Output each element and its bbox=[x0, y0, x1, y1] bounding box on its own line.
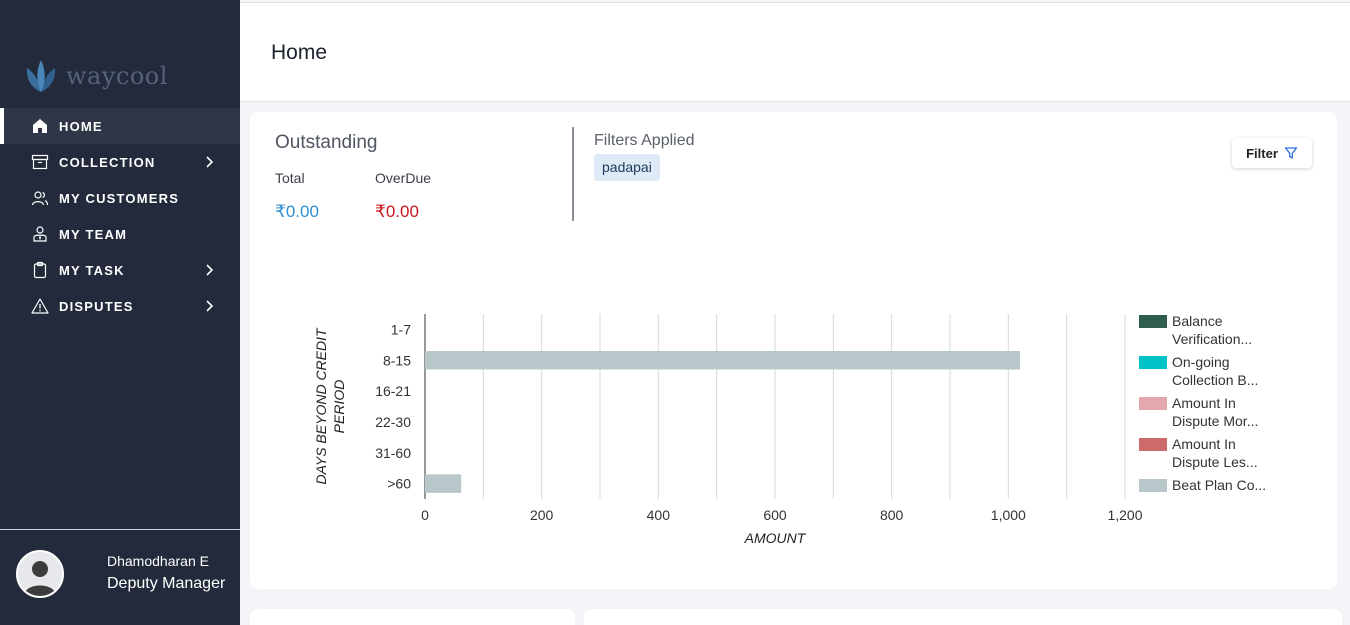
avatar[interactable] bbox=[16, 550, 64, 598]
sidebar-item-label: COLLECTION bbox=[59, 154, 156, 170]
legend-swatch bbox=[1139, 397, 1167, 410]
chevron-right-icon bbox=[206, 300, 214, 312]
chevron-right-icon bbox=[206, 264, 214, 276]
home-icon bbox=[30, 116, 50, 136]
bottom-card-left bbox=[250, 609, 575, 625]
legend-swatch bbox=[1139, 356, 1167, 369]
sidebar: waycool HOME COLLECTION MY CUSTOMERS MY … bbox=[0, 0, 240, 625]
y-axis-title: DAYS BEYOND CREDIT bbox=[313, 327, 329, 485]
user-role: Deputy Manager bbox=[107, 575, 226, 592]
sidebar-item-my-task[interactable]: MY TASK bbox=[0, 252, 240, 288]
sidebar-item-label: MY CUSTOMERS bbox=[59, 190, 180, 206]
legend-item[interactable]: Beat Plan Co... bbox=[1139, 476, 1279, 517]
chart-legend: Balance Verification... On-going Collecti… bbox=[1139, 312, 1279, 517]
warning-icon bbox=[30, 296, 50, 316]
legend-item[interactable]: Amount In Dispute Mor... bbox=[1139, 394, 1279, 435]
legend-item[interactable]: On-going Collection B... bbox=[1139, 353, 1279, 394]
x-tick-label: 800 bbox=[880, 507, 904, 523]
sidebar-item-label: HOME bbox=[59, 118, 103, 134]
sidebar-item-label: MY TEAM bbox=[59, 226, 128, 242]
team-icon bbox=[30, 224, 50, 244]
y-tick-label: 16-21 bbox=[375, 383, 411, 399]
bar bbox=[425, 474, 462, 493]
legend-swatch bbox=[1139, 315, 1167, 328]
archive-icon bbox=[30, 152, 50, 172]
y-tick-label: 31-60 bbox=[375, 445, 411, 461]
sidebar-item-disputes[interactable]: DISPUTES bbox=[0, 288, 240, 324]
legend-label: On-going Collection B... bbox=[1172, 354, 1259, 388]
header-bar: Home bbox=[240, 2, 1350, 102]
legend-label: Amount In Dispute Mor... bbox=[1172, 395, 1259, 429]
bar bbox=[425, 351, 1020, 370]
legend-label: Beat Plan Co... bbox=[1172, 477, 1267, 493]
y-tick-label: 8-15 bbox=[383, 352, 411, 368]
legend-label: Balance Verification... bbox=[1172, 313, 1253, 347]
users-icon bbox=[30, 188, 50, 208]
bottom-card-right bbox=[584, 609, 1342, 625]
sidebar-item-collection[interactable]: COLLECTION bbox=[0, 144, 240, 180]
x-tick-label: 0 bbox=[421, 507, 429, 523]
legend-item[interactable]: Amount In Dispute Les... bbox=[1139, 435, 1279, 476]
brand-name: waycool bbox=[66, 62, 168, 90]
sidebar-item-label: MY TASK bbox=[59, 262, 125, 278]
page-title: Home bbox=[271, 41, 328, 64]
user-name: Dhamodharan E bbox=[107, 553, 209, 569]
x-tick-label: 400 bbox=[647, 507, 671, 523]
sidebar-item-home[interactable]: HOME bbox=[0, 108, 240, 144]
x-tick-label: 1,000 bbox=[991, 507, 1026, 523]
x-tick-label: 1,200 bbox=[1107, 507, 1142, 523]
brand-logo[interactable]: waycool bbox=[22, 56, 168, 96]
clipboard-icon bbox=[30, 260, 50, 280]
legend-swatch bbox=[1139, 479, 1167, 492]
y-axis-title: PERIOD bbox=[331, 380, 347, 434]
chevron-right-icon bbox=[206, 156, 214, 168]
user-silhouette-icon bbox=[18, 552, 62, 596]
waycool-leaf-icon bbox=[26, 60, 56, 92]
legend-label: Amount In Dispute Les... bbox=[1172, 436, 1258, 470]
sidebar-item-label: DISPUTES bbox=[59, 298, 134, 314]
x-axis-title: AMOUNT bbox=[744, 530, 807, 546]
y-tick-label: 1-7 bbox=[391, 321, 411, 337]
legend-swatch bbox=[1139, 438, 1167, 451]
sidebar-item-my-team[interactable]: MY TEAM bbox=[0, 216, 240, 252]
y-tick-label: >60 bbox=[387, 476, 411, 492]
legend-item[interactable]: Balance Verification... bbox=[1139, 312, 1279, 353]
sidebar-nav: HOME COLLECTION MY CUSTOMERS MY TEAM MY … bbox=[0, 108, 240, 324]
y-tick-label: 22-30 bbox=[375, 414, 411, 430]
x-tick-label: 600 bbox=[763, 507, 787, 523]
outstanding-card: Outstanding Total OverDue ₹0.00 ₹0.00 Fi… bbox=[250, 112, 1337, 589]
sidebar-item-my-customers[interactable]: MY CUSTOMERS bbox=[0, 180, 240, 216]
user-profile[interactable]: Dhamodharan E Deputy Manager bbox=[0, 529, 240, 625]
x-tick-label: 200 bbox=[530, 507, 554, 523]
